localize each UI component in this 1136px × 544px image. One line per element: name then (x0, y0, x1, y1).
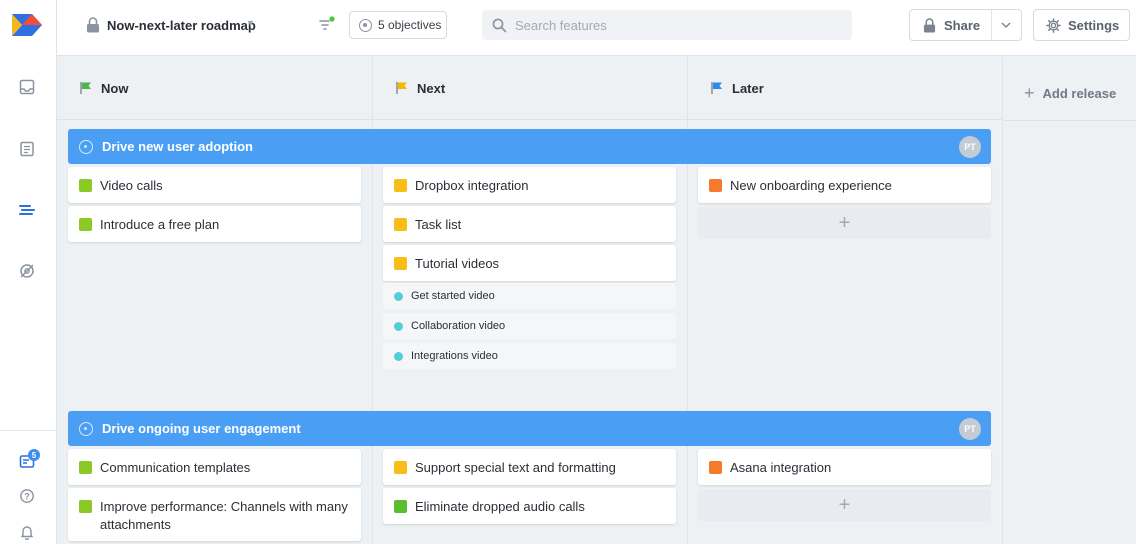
status-dot (394, 351, 403, 361)
objectives-button[interactable]: 5 objectives (349, 11, 447, 39)
feature-label: Tutorial videos (415, 256, 500, 271)
plus-icon: + (838, 493, 851, 516)
feature-card[interactable]: Video calls (68, 167, 361, 203)
column-header-now[interactable]: Now (57, 57, 373, 120)
column-label: Now (101, 80, 129, 96)
help-icon[interactable]: ? (18, 487, 36, 505)
column-header-next[interactable]: Next (373, 57, 688, 120)
svg-text:?: ? (24, 491, 30, 501)
status-square (79, 461, 92, 474)
column-label: Later (732, 80, 764, 96)
feature-card[interactable]: Tutorial videos (383, 245, 676, 281)
share-button[interactable]: Share (910, 10, 991, 40)
document-icon[interactable] (18, 140, 36, 158)
search-input[interactable] (515, 17, 835, 33)
subfeature-label: Collaboration video (411, 320, 506, 332)
avatar[interactable]: PT (959, 418, 981, 440)
feature-card[interactable]: Dropbox integration (383, 167, 676, 203)
objectives-button-label: 5 objectives (378, 18, 442, 32)
add-feature-button[interactable]: + (698, 207, 991, 239)
subfeature-item[interactable]: Integrations video (383, 343, 676, 369)
status-square (394, 500, 407, 513)
feature-card[interactable]: Eliminate dropped audio calls (383, 488, 676, 524)
settings-button-label: Settings (1068, 17, 1120, 33)
feature-label: Improve performance: Channels with many … (100, 499, 348, 532)
status-square (394, 179, 407, 192)
target-icon (359, 18, 372, 32)
feature-card[interactable]: Introduce a free plan (68, 206, 361, 242)
filter-icon[interactable] (319, 16, 335, 34)
app-logo[interactable] (10, 12, 44, 38)
status-dot (394, 291, 403, 301)
share-button-label: Share (944, 17, 981, 33)
status-square (79, 218, 92, 231)
feature-card[interactable]: Communication templates (68, 449, 361, 485)
flag-icon (711, 82, 722, 94)
feature-card[interactable]: Support special text and formatting (383, 449, 676, 485)
roadmap-board: Now Next Later + Add release Drive new u… (57, 57, 1136, 544)
feature-label: Asana integration (730, 460, 832, 475)
status-square (394, 218, 407, 231)
subfeature-item[interactable]: Collaboration video (383, 313, 676, 339)
column-label: Next (417, 80, 446, 96)
chevron-down-icon[interactable]: ▼ (246, 18, 255, 28)
subfeature-item[interactable]: Get started video (383, 283, 676, 309)
feature-card[interactable]: Improve performance: Channels with many … (68, 488, 361, 541)
status-square (394, 257, 407, 270)
flag-icon (80, 82, 91, 94)
feature-label: Support special text and formatting (415, 460, 616, 475)
lock-icon (923, 17, 936, 32)
hidden-view-icon[interactable] (18, 262, 36, 280)
feature-label: Dropbox integration (415, 178, 529, 193)
column-header-later[interactable]: Later (688, 57, 1003, 120)
subfeature-label: Get started video (411, 290, 495, 302)
add-feature-button[interactable]: + (698, 489, 991, 521)
bell-icon[interactable] (18, 523, 36, 541)
inbox-icon[interactable] (18, 78, 36, 96)
rail-divider (0, 430, 57, 431)
settings-button[interactable]: Settings (1033, 9, 1130, 41)
status-square (394, 461, 407, 474)
target-icon (79, 421, 93, 436)
feature-label: Task list (415, 217, 462, 232)
status-square (709, 179, 722, 192)
subfeature-label: Integrations video (411, 350, 498, 362)
status-square (79, 500, 92, 513)
gear-icon (1046, 17, 1061, 33)
roadmap-title[interactable]: Now-next-later roadmap (107, 18, 256, 33)
top-header: Now-next-later roadmap ▼ 5 objectives Sh… (57, 0, 1136, 56)
feature-label: New onboarding experience (730, 178, 892, 193)
share-options-chevron-icon[interactable] (990, 10, 1021, 40)
feature-card[interactable]: Task list (383, 206, 676, 242)
feature-label: Eliminate dropped audio calls (415, 499, 585, 514)
status-square (79, 179, 92, 192)
notification-badge: 5 (28, 449, 40, 461)
feature-label: Introduce a free plan (100, 217, 220, 232)
status-dot (394, 321, 403, 331)
add-release-label: Add release (1042, 86, 1117, 101)
objective-title: Drive ongoing user engagement (102, 421, 301, 436)
feature-label: Communication templates (100, 460, 251, 475)
release-divider (1003, 120, 1136, 121)
target-icon (79, 139, 93, 154)
share-button-group: Share (909, 9, 1022, 41)
lock-icon (87, 17, 99, 33)
plus-icon: + (1024, 83, 1035, 103)
flag-icon (396, 82, 407, 94)
objective-bar[interactable]: Drive ongoing user engagement PT (68, 411, 991, 446)
add-release-button[interactable]: + Add release (1024, 83, 1116, 104)
feature-label: Video calls (100, 178, 163, 193)
status-square (709, 461, 722, 474)
objective-bar[interactable]: Drive new user adoption PT (68, 129, 991, 164)
plus-icon: + (838, 211, 851, 234)
search-icon (492, 18, 507, 32)
feature-card[interactable]: New onboarding experience (698, 167, 991, 203)
left-rail: 5 ? (0, 0, 57, 544)
feature-card[interactable]: Asana integration (698, 449, 991, 485)
roadmap-icon[interactable] (18, 201, 36, 219)
avatar[interactable]: PT (959, 136, 981, 158)
search-bar[interactable] (482, 10, 852, 40)
objective-title: Drive new user adoption (102, 139, 253, 154)
